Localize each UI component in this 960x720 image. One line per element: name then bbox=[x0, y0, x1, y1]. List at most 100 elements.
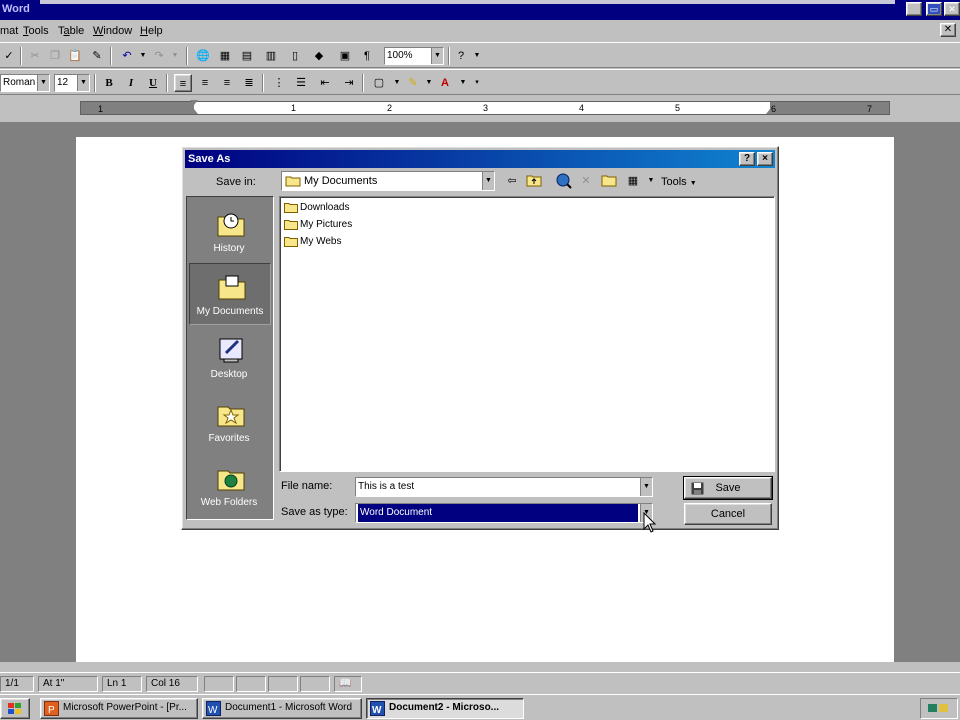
back-icon[interactable]: ⇦ bbox=[503, 172, 521, 190]
italic-button[interactable]: I bbox=[122, 74, 140, 92]
save-button[interactable]: Save bbox=[683, 476, 773, 500]
save-as-type-select[interactable]: Word Document ▼ bbox=[355, 503, 653, 523]
font-name-combo[interactable]: Roman ▼ bbox=[0, 74, 50, 92]
task-powerpoint[interactable]: P Microsoft PowerPoint - [Pr... bbox=[40, 698, 198, 719]
save-in-combo[interactable]: My Documents ▼ bbox=[281, 171, 495, 191]
more-buttons-icon[interactable]: ▾ bbox=[468, 74, 486, 92]
drawing-icon[interactable]: ◆ bbox=[310, 47, 328, 65]
document-map-icon[interactable]: ▣ bbox=[336, 47, 354, 65]
menu-tools[interactable]: Tools bbox=[23, 25, 49, 37]
table-icon[interactable]: ▤ bbox=[238, 47, 256, 65]
bold-button[interactable]: B bbox=[100, 74, 118, 92]
ruler-number: 7 bbox=[867, 104, 873, 114]
paste-icon[interactable]: 📋 bbox=[66, 47, 84, 65]
restore-button[interactable]: ▭ bbox=[926, 2, 942, 16]
minimize-button[interactable] bbox=[906, 2, 922, 16]
redo-dropdown-icon[interactable]: ▼ bbox=[166, 47, 184, 65]
menu-table[interactable]: Table bbox=[58, 25, 84, 37]
menu-help[interactable]: Help bbox=[140, 25, 163, 37]
ruler-number: 1 bbox=[291, 103, 297, 113]
ruler-number: 5 bbox=[675, 103, 681, 113]
font-color-icon[interactable]: A bbox=[436, 74, 454, 92]
place-favorites[interactable]: Favorites bbox=[189, 391, 271, 453]
mouse-cursor-icon bbox=[643, 512, 657, 533]
status-line: Ln 1 bbox=[102, 676, 142, 692]
spelling-status-icon[interactable]: 📖 bbox=[334, 676, 362, 692]
chevron-down-icon[interactable]: ▼ bbox=[431, 48, 443, 64]
place-my-documents[interactable]: My Documents bbox=[189, 263, 271, 325]
increase-indent-icon[interactable]: ⇥ bbox=[340, 74, 358, 92]
chevron-down-icon[interactable]: ▼ bbox=[37, 75, 49, 91]
views-dropdown-icon[interactable]: ▼ bbox=[642, 172, 660, 190]
align-center-icon[interactable]: ≡ bbox=[196, 74, 214, 92]
chevron-down-icon[interactable]: ▼ bbox=[482, 172, 494, 190]
spelling-icon[interactable]: ✓ bbox=[0, 47, 18, 65]
help-dropdown-icon[interactable]: ▼ bbox=[468, 47, 486, 65]
status-rec bbox=[204, 676, 234, 692]
dialog-close-button[interactable]: × bbox=[757, 152, 773, 166]
dialog-title: Save As bbox=[188, 153, 231, 165]
copy-icon[interactable]: ❐ bbox=[46, 47, 64, 65]
task-document1[interactable]: W Document1 - Microsoft Word bbox=[202, 698, 362, 719]
create-new-folder-icon[interactable] bbox=[600, 172, 618, 190]
hyperlink-icon[interactable]: 🌐 bbox=[194, 47, 212, 65]
close-window-button[interactable]: ✕ bbox=[944, 2, 960, 16]
status-trk bbox=[236, 676, 266, 692]
favorites-icon bbox=[217, 406, 245, 427]
font-size-combo[interactable]: 12 ▼ bbox=[54, 74, 90, 92]
list-item[interactable]: My Pictures bbox=[284, 217, 352, 232]
format-painter-icon[interactable]: ✎ bbox=[88, 47, 106, 65]
search-web-icon[interactable] bbox=[555, 172, 573, 190]
columns-icon[interactable]: ▯ bbox=[286, 47, 304, 65]
menu-window[interactable]: Window bbox=[93, 25, 132, 37]
list-item[interactable]: My Webs bbox=[284, 234, 342, 249]
taskbar: P Microsoft PowerPoint - [Pr... W Docume… bbox=[0, 694, 960, 720]
tables-borders-icon[interactable]: ▦ bbox=[216, 47, 234, 65]
toolbar-separator bbox=[110, 47, 112, 65]
views-icon[interactable]: ▦ bbox=[624, 172, 642, 190]
place-web-folders[interactable]: Web Folders bbox=[189, 455, 271, 517]
left-indent-marker[interactable] bbox=[190, 109, 198, 114]
cancel-button[interactable]: Cancel bbox=[684, 503, 772, 525]
chevron-down-icon[interactable]: ▼ bbox=[640, 478, 652, 496]
ruler: 1 2 3 4 5 1 7 6 bbox=[0, 96, 960, 122]
ruler-number: 2 bbox=[387, 103, 393, 113]
folder-icon bbox=[285, 176, 301, 187]
align-left-icon[interactable]: ≡ bbox=[174, 74, 192, 92]
document-close-button[interactable]: ✕ bbox=[940, 23, 956, 37]
border-icon[interactable]: ▢ bbox=[370, 74, 388, 92]
tray-network-icon[interactable] bbox=[927, 701, 951, 715]
cut-icon[interactable]: ✂ bbox=[26, 47, 44, 65]
excel-icon[interactable]: ▥ bbox=[262, 47, 280, 65]
underline-button[interactable]: U bbox=[144, 74, 162, 92]
menu-format[interactable]: mat bbox=[0, 25, 18, 37]
place-desktop[interactable]: Desktop bbox=[189, 327, 271, 389]
status-ext bbox=[268, 676, 298, 692]
save-as-type-label: Save as type: bbox=[281, 506, 348, 518]
file-list[interactable]: Downloads My Pictures My Webs bbox=[279, 196, 775, 472]
bullets-icon[interactable]: ☰ bbox=[292, 74, 310, 92]
word-icon: W bbox=[370, 701, 385, 716]
zoom-combo[interactable]: 100% ▼ bbox=[384, 47, 444, 65]
delete-icon[interactable]: ✕ bbox=[577, 172, 595, 190]
file-name-input[interactable]: This is a test ▼ bbox=[355, 477, 653, 497]
chevron-down-icon[interactable]: ▼ bbox=[77, 75, 89, 91]
powerpoint-icon: P bbox=[44, 701, 59, 716]
justify-icon[interactable]: ≣ bbox=[240, 74, 258, 92]
task-document2[interactable]: W Document2 - Microso... bbox=[366, 698, 524, 719]
dialog-titlebar: Save As ? × bbox=[185, 150, 775, 168]
show-hide-icon[interactable]: ¶ bbox=[358, 47, 376, 65]
decrease-indent-icon[interactable]: ⇤ bbox=[316, 74, 334, 92]
numbering-icon[interactable]: ⋮ bbox=[270, 74, 288, 92]
tools-menu[interactable]: Tools ▼ bbox=[661, 176, 697, 188]
first-line-indent-marker[interactable] bbox=[190, 100, 198, 105]
folder-icon bbox=[284, 237, 298, 247]
up-one-level-icon[interactable] bbox=[525, 172, 543, 190]
list-item[interactable]: Downloads bbox=[284, 200, 349, 215]
status-column: Col 16 bbox=[146, 676, 198, 692]
align-right-icon[interactable]: ≡ bbox=[218, 74, 236, 92]
dialog-help-button[interactable]: ? bbox=[739, 152, 755, 166]
place-history[interactable]: History bbox=[189, 201, 271, 263]
right-indent-marker[interactable] bbox=[766, 109, 774, 114]
start-button[interactable] bbox=[0, 698, 30, 719]
